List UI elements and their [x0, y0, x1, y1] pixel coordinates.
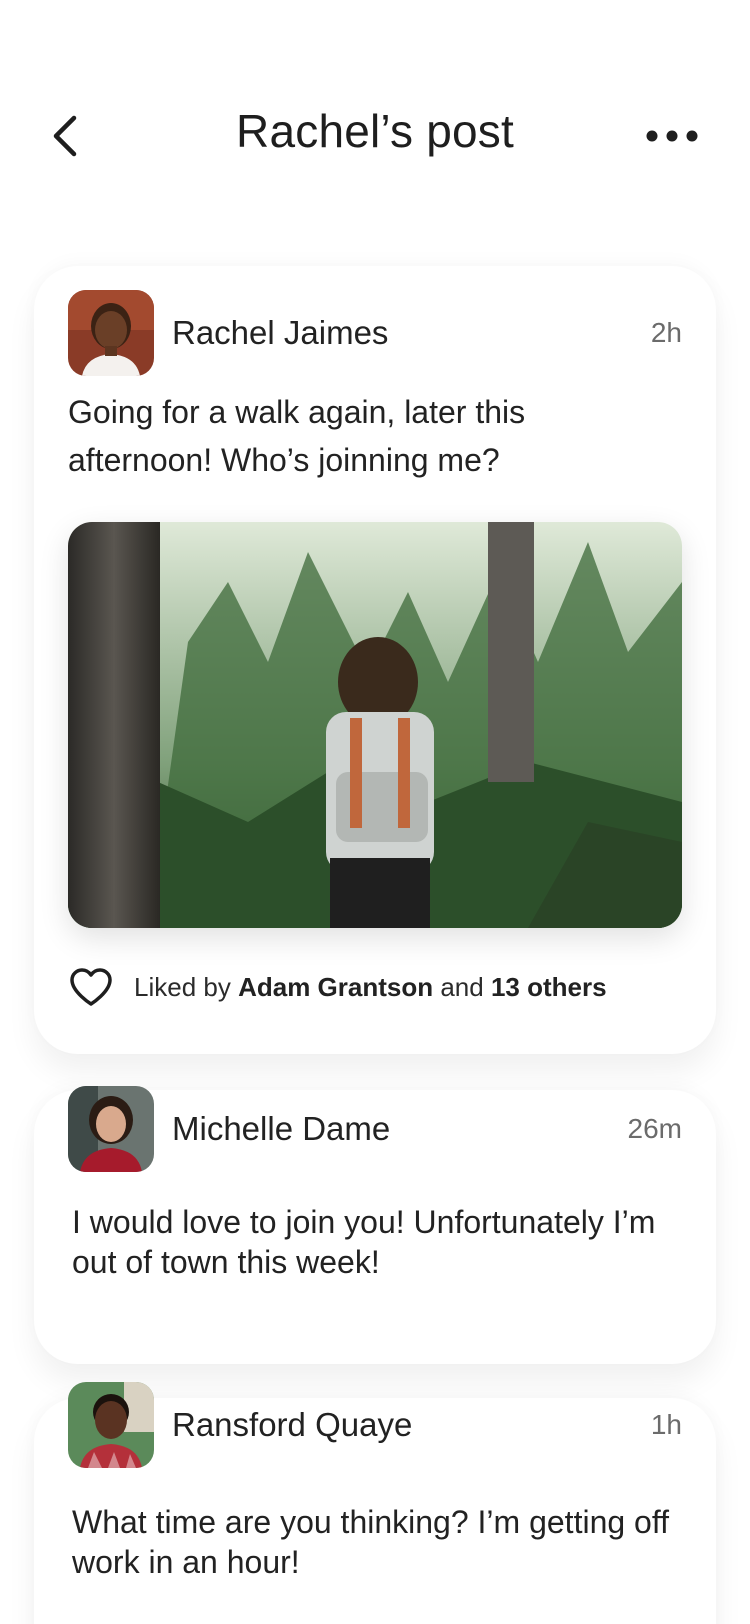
author-name[interactable]: Rachel Jaimes — [172, 314, 388, 352]
post-card: Rachel Jaimes 2h Going for a walk again,… — [34, 266, 716, 1054]
avatar[interactable] — [68, 290, 154, 376]
likes-row: Liked by Adam Grantson and 13 others — [68, 966, 607, 1008]
author-name[interactable]: Michelle Dame — [172, 1110, 390, 1148]
author-name[interactable]: Ransford Quaye — [172, 1406, 412, 1444]
comment-author-row: Michelle Dame 26m — [68, 1086, 682, 1172]
avatar[interactable] — [68, 1382, 154, 1468]
avatar[interactable] — [68, 1086, 154, 1172]
comment-author-row: Ransford Quaye 1h — [68, 1382, 682, 1468]
post-detail-screen: Rachel’s post Rachel Jaimes 2h Going for… — [0, 0, 750, 1624]
comment-timestamp: 1h — [650, 1409, 682, 1440]
post-text: Going for a walk again, later this after… — [68, 394, 526, 478]
comment-timestamp: 26m — [627, 1113, 682, 1144]
liker-name[interactable]: Adam Grantson — [238, 972, 433, 1002]
post-photo[interactable] — [68, 522, 682, 928]
more-options-button[interactable] — [630, 114, 714, 158]
top-navigation-bar: Rachel’s post — [0, 84, 750, 184]
comment-card: Michelle Dame 26m I would love to join y… — [34, 1086, 716, 1364]
comment-text: What time are you thinking? I’m getting … — [72, 1504, 670, 1580]
likes-summary[interactable]: Liked by Adam Grantson and 13 others — [134, 972, 607, 1003]
heart-icon[interactable] — [68, 966, 114, 1008]
more-horizontal-icon — [646, 130, 698, 142]
likes-others[interactable]: 13 others — [491, 972, 607, 1002]
post-timestamp: 2h — [650, 317, 682, 348]
post-author-row: Rachel Jaimes 2h — [68, 290, 682, 376]
comment-text: I would love to join you! Unfortunately … — [72, 1204, 656, 1280]
comment-card: Ransford Quaye 1h What time are you thin… — [34, 1382, 716, 1624]
